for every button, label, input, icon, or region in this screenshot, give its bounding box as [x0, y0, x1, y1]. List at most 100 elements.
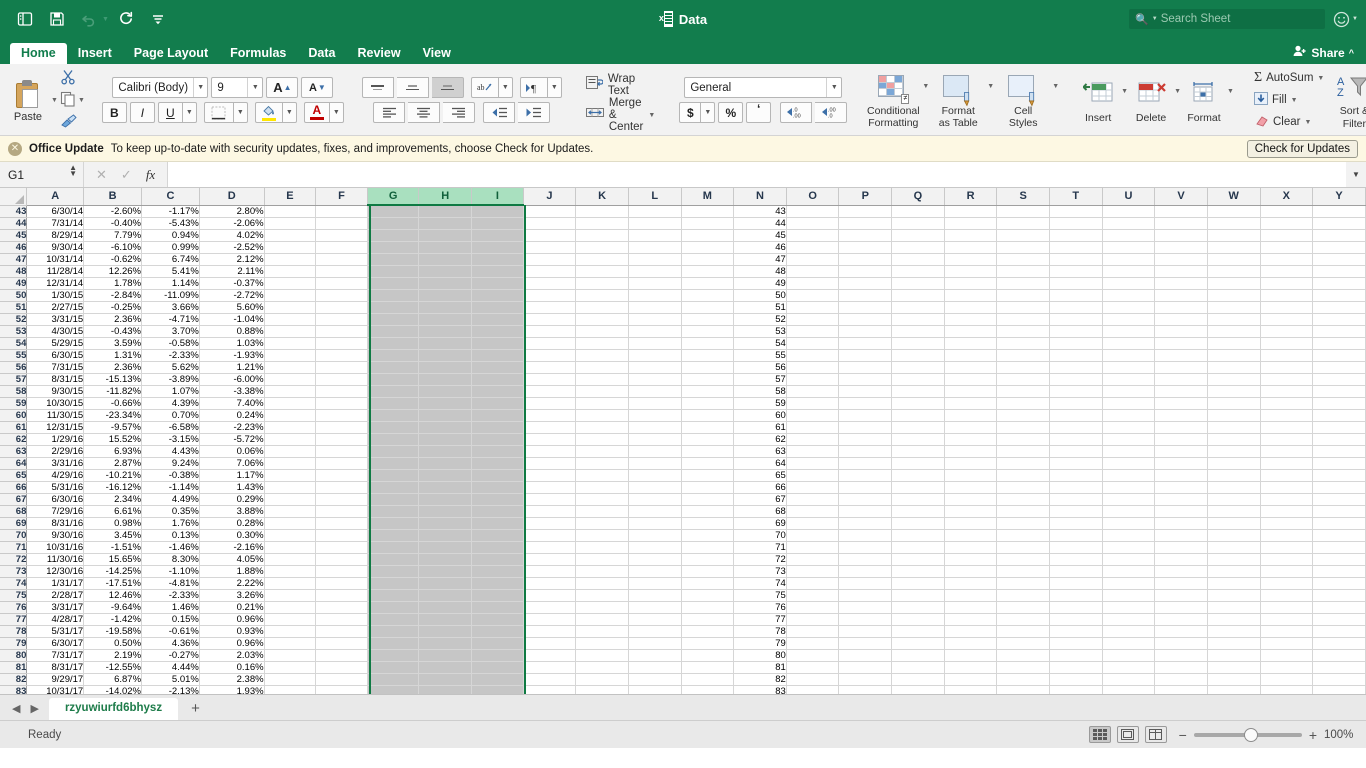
cell-V58[interactable] [1154, 385, 1208, 398]
cell-M57[interactable] [681, 373, 735, 386]
cell-E83[interactable] [264, 685, 317, 694]
cell-J54[interactable] [523, 337, 577, 350]
cell-U68[interactable] [1102, 505, 1156, 518]
formula-input[interactable] [167, 162, 1346, 187]
cell-G65[interactable] [367, 469, 420, 482]
cell-X81[interactable] [1260, 661, 1314, 674]
cell-Y72[interactable] [1312, 553, 1366, 566]
cell-W83[interactable] [1207, 685, 1261, 694]
accounting-format-button[interactable]: $ [679, 102, 702, 123]
cell-D78[interactable]: 0.93% [199, 625, 265, 638]
cell-X80[interactable] [1260, 649, 1314, 662]
increase-indent-button[interactable] [518, 102, 551, 123]
cell-G48[interactable] [367, 265, 420, 278]
cell-J74[interactable] [523, 577, 577, 590]
cell-T68[interactable] [1049, 505, 1103, 518]
cell-V76[interactable] [1154, 601, 1208, 614]
cell-P51[interactable] [838, 301, 893, 314]
cell-G79[interactable] [367, 637, 420, 650]
cell-V59[interactable] [1154, 397, 1208, 410]
cell-P67[interactable] [838, 493, 893, 506]
cell-T81[interactable] [1049, 661, 1103, 674]
cell-N48[interactable]: 48 [733, 265, 787, 278]
cell-W66[interactable] [1207, 481, 1261, 494]
row-header-52[interactable]: 52 [0, 313, 28, 326]
cell-H70[interactable] [418, 529, 473, 542]
cell-X83[interactable] [1260, 685, 1314, 694]
check-for-updates-button[interactable]: Check for Updates [1246, 139, 1358, 158]
cell-B77[interactable]: -1.42% [83, 613, 143, 626]
cell-W44[interactable] [1207, 217, 1261, 230]
cell-B65[interactable]: -10.21% [83, 469, 143, 482]
cell-Q43[interactable] [891, 205, 945, 218]
cell-E81[interactable] [264, 661, 317, 674]
zoom-slider-knob[interactable] [1243, 727, 1258, 742]
cell-S64[interactable] [996, 457, 1050, 470]
cell-P82[interactable] [838, 673, 893, 686]
cell-W52[interactable] [1207, 313, 1261, 326]
cell-G50[interactable] [367, 289, 420, 302]
column-header-y[interactable]: Y [1312, 188, 1366, 206]
cell-H77[interactable] [418, 613, 473, 626]
cell-F79[interactable] [315, 637, 368, 650]
cell-C64[interactable]: 9.24% [141, 457, 200, 470]
cell-I81[interactable] [471, 661, 524, 674]
number-format-combo[interactable]: General ▼ [684, 77, 843, 98]
cell-C55[interactable]: -2.33% [141, 349, 200, 362]
cell-V78[interactable] [1154, 625, 1208, 638]
row-header-55[interactable]: 55 [0, 349, 28, 362]
cell-O64[interactable] [786, 457, 840, 470]
cell-K83[interactable] [575, 685, 629, 694]
cell-Q51[interactable] [891, 301, 945, 314]
cell-U64[interactable] [1102, 457, 1156, 470]
row-header-61[interactable]: 61 [0, 421, 28, 434]
cell-C69[interactable]: 1.76% [141, 517, 200, 530]
cell-J76[interactable] [523, 601, 577, 614]
cell-Q49[interactable] [891, 277, 945, 290]
column-header-a[interactable]: A [26, 188, 85, 206]
cell-I66[interactable] [471, 481, 524, 494]
cell-H64[interactable] [418, 457, 473, 470]
cell-Y77[interactable] [1312, 613, 1366, 626]
cell-W43[interactable] [1207, 205, 1261, 218]
cell-Y74[interactable] [1312, 577, 1366, 590]
cell-F54[interactable] [315, 337, 368, 350]
cell-A76[interactable]: 3/31/17 [26, 601, 85, 614]
cell-L45[interactable] [628, 229, 682, 242]
cell-M58[interactable] [681, 385, 735, 398]
cell-O55[interactable] [786, 349, 840, 362]
close-icon[interactable]: ✕ [8, 141, 22, 156]
cell-T67[interactable] [1049, 493, 1103, 506]
cell-G54[interactable] [367, 337, 420, 350]
cell-G66[interactable] [367, 481, 420, 494]
cell-W79[interactable] [1207, 637, 1261, 650]
cell-E72[interactable] [264, 553, 317, 566]
cell-X57[interactable] [1260, 373, 1314, 386]
cell-V57[interactable] [1154, 373, 1208, 386]
cell-R52[interactable] [944, 313, 998, 326]
cell-N52[interactable]: 52 [733, 313, 787, 326]
chevron-down-icon[interactable]: ▼ [193, 78, 207, 97]
column-header-s[interactable]: S [996, 188, 1050, 206]
cell-Q65[interactable] [891, 469, 945, 482]
cell-U49[interactable] [1102, 277, 1156, 290]
cell-U77[interactable] [1102, 613, 1156, 626]
cell-O78[interactable] [786, 625, 840, 638]
cell-O61[interactable] [786, 421, 840, 434]
cell-T62[interactable] [1049, 433, 1103, 446]
cell-V44[interactable] [1154, 217, 1208, 230]
cell-A49[interactable]: 12/31/14 [26, 277, 85, 290]
formula-bar-expand-icon[interactable]: ▼ [1346, 162, 1366, 187]
cell-N49[interactable]: 49 [733, 277, 787, 290]
cell-B43[interactable]: -2.60% [83, 205, 143, 218]
cell-I47[interactable] [471, 253, 524, 266]
cell-K47[interactable] [575, 253, 629, 266]
cell-F47[interactable] [315, 253, 368, 266]
cell-P44[interactable] [838, 217, 893, 230]
cell-G83[interactable] [367, 685, 420, 694]
cell-S47[interactable] [996, 253, 1050, 266]
autosum-dropdown-icon[interactable]: ▼ [1317, 75, 1324, 82]
cell-C75[interactable]: -2.33% [141, 589, 200, 602]
cell-D55[interactable]: -1.93% [199, 349, 265, 362]
cell-P58[interactable] [838, 385, 893, 398]
